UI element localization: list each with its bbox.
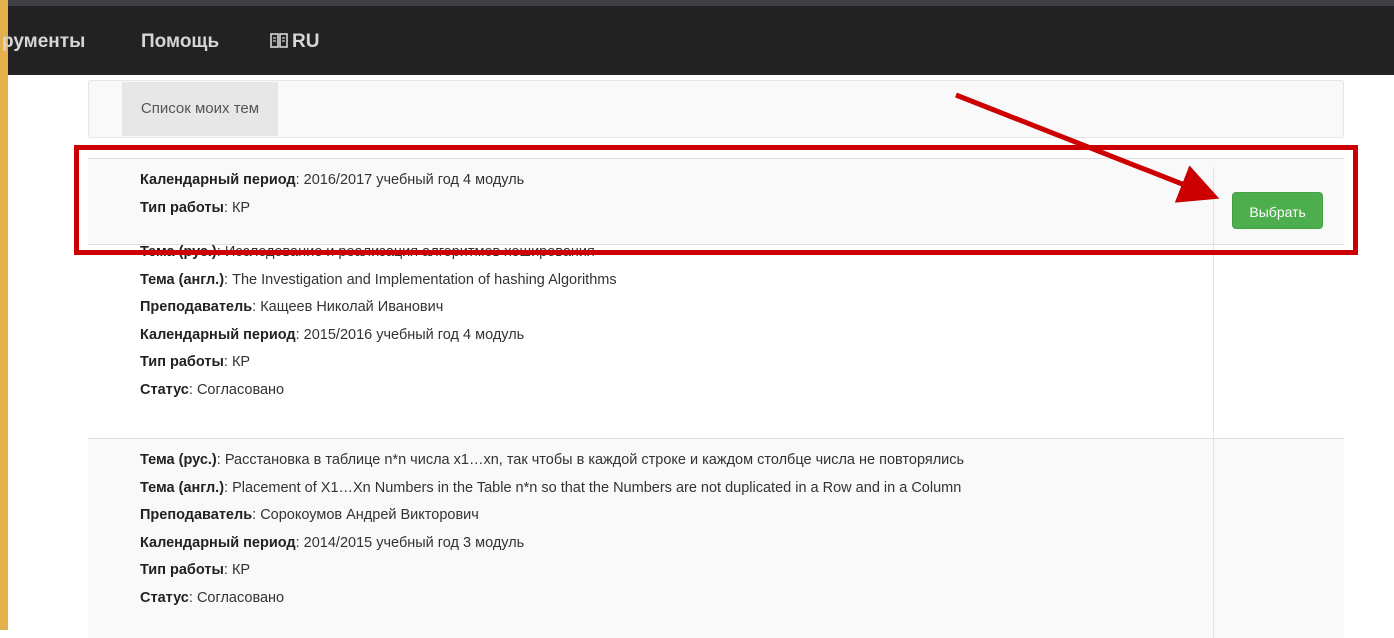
status-badge: Согласовано	[196, 589, 285, 606]
table-row: Тема (рус.): Расстановка в таблице n*n ч…	[88, 438, 1344, 638]
field-value: Сорокоумов Андрей Викторович	[260, 507, 479, 523]
field-value: Расстановка в таблице n*n числа x1…xn, т…	[224, 452, 965, 468]
period-field: Календарный период: 2014/2015 учебный го…	[140, 534, 525, 551]
topic-en-field: Тема (англ.): The Investigation and Impl…	[140, 271, 617, 288]
work-type-field: Тип работы: КР	[140, 562, 251, 578]
teacher-field: Преподаватель: Кащеев Николай Иванович	[140, 299, 444, 315]
topic-info: Тема (рус.): Расстановка в таблице n*n ч…	[88, 439, 1213, 638]
field-label: Тема (англ.)	[140, 271, 225, 288]
field-label: Тема (англ.)	[140, 479, 225, 496]
topic-ru-field: Тема (рус.): Расстановка в таблице n*n ч…	[140, 452, 965, 468]
window-edge-strip	[0, 0, 8, 630]
teacher-field: Преподаватель: Сорокоумов Андрей Викторо…	[140, 507, 479, 523]
field-label: Календарный период	[140, 172, 296, 188]
field-label: Статус	[140, 381, 189, 398]
field-value: The Investigation and Implementation of …	[232, 271, 617, 288]
topic-ru-field: Тема (рус.): Исследование и реализация а…	[140, 244, 595, 260]
tab-my-topics[interactable]: Список моих тем	[122, 82, 278, 136]
topic-action-cell	[1213, 439, 1344, 638]
field-value: 2016/2017 учебный год 4 модуль	[303, 172, 525, 188]
tab-panel: Список моих тем	[88, 80, 1344, 138]
field-label: Тема (рус.)	[140, 452, 217, 468]
field-value: 2014/2015 учебный год 3 модуль	[303, 534, 525, 551]
language-book-icon	[270, 32, 288, 50]
topic-info: Тема (рус.): Исследование и реализация а…	[88, 239, 1213, 438]
field-value: КР	[231, 354, 251, 370]
period-field: Календарный период: 2015/2016 учебный го…	[140, 326, 525, 343]
table-row: Календарный период: 2016/2017 учебный го…	[88, 158, 1344, 244]
field-label: Преподаватель	[140, 299, 253, 315]
work-type-field: Тип работы: КР	[140, 199, 251, 216]
topic-en-field: Тема (англ.): Placement of X1…Xn Numbers…	[140, 479, 962, 496]
field-value: 2015/2016 учебный год 4 модуль	[303, 326, 525, 343]
nav-language-label: RU	[292, 31, 320, 52]
field-label: Календарный период	[140, 326, 296, 343]
nav-language-link[interactable]: RU	[270, 30, 319, 54]
field-label: Тип работы	[140, 562, 224, 578]
field-label: Тема (рус.)	[140, 244, 217, 260]
field-label: Преподаватель	[140, 507, 253, 523]
field-value: Кащеев Николай Иванович	[260, 299, 444, 315]
nav-help-link[interactable]: Помощь	[141, 30, 219, 54]
field-label: Статус	[140, 589, 189, 606]
status-badge: Согласовано	[196, 381, 285, 398]
status-field: Статус: Согласовано	[140, 589, 285, 606]
field-value: Исследование и реализация алгоритмов хеш…	[224, 244, 595, 260]
field-value: КР	[231, 199, 251, 216]
topics-list: Календарный период: 2016/2017 учебный го…	[88, 158, 1344, 638]
select-topic-button[interactable]: Выбрать	[1232, 192, 1324, 229]
status-field: Статус: Согласовано	[140, 381, 285, 398]
field-value: КР	[231, 562, 251, 578]
field-label: Тип работы	[140, 199, 224, 216]
topic-info: Календарный период: 2016/2017 учебный го…	[88, 167, 1213, 244]
top-navbar: рументы Помощь RU	[2, 0, 1394, 75]
nav-tools-link[interactable]: рументы	[2, 30, 85, 54]
table-row: Тема (рус.): Исследование и реализация а…	[88, 244, 1344, 438]
topic-action-cell	[1213, 245, 1344, 438]
field-label: Тип работы	[140, 354, 224, 370]
work-type-field: Тип работы: КР	[140, 354, 251, 370]
topic-action-cell: Выбрать	[1213, 167, 1344, 244]
field-label: Календарный период	[140, 534, 296, 551]
field-value: Placement of X1…Xn Numbers in the Table …	[232, 479, 962, 496]
period-field: Календарный период: 2016/2017 учебный го…	[140, 172, 525, 188]
